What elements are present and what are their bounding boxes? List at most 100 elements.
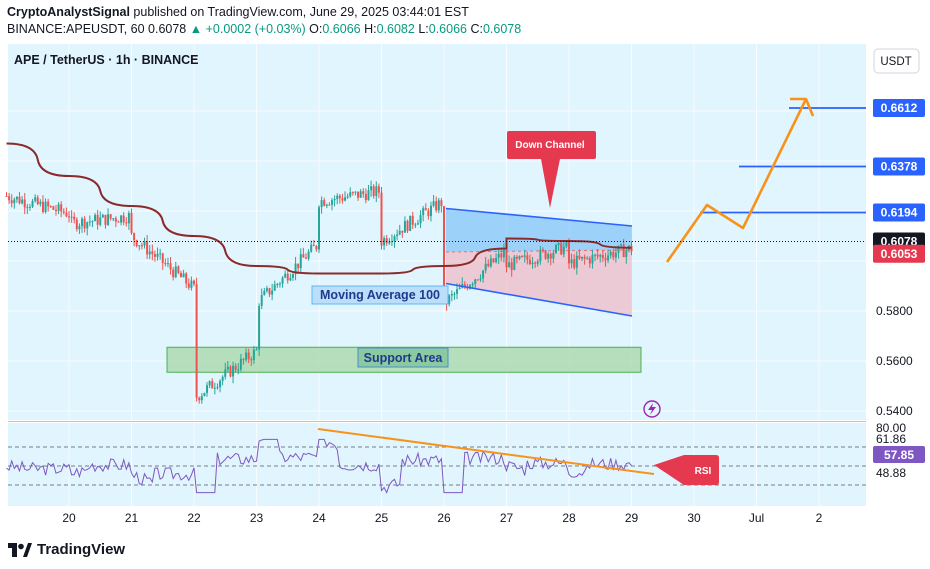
- candle-body: [612, 251, 615, 258]
- candle-body: [416, 223, 419, 225]
- price-chart[interactable]: Down Channel Moving Average 100 Support Ar…: [0, 42, 930, 533]
- candle-body: [23, 199, 26, 208]
- candle-body: [203, 392, 206, 396]
- candle-body: [242, 358, 245, 360]
- candle-body: [304, 257, 307, 259]
- candle-body: [193, 280, 195, 284]
- candle-body: [26, 207, 29, 209]
- candle-body: [15, 196, 18, 200]
- candle-body: [302, 254, 305, 258]
- candle-body: [497, 253, 500, 258]
- candle-body: [273, 284, 276, 291]
- candle-body: [346, 196, 349, 198]
- candle-body: [96, 214, 99, 225]
- candle-body: [206, 385, 209, 393]
- down-channel-label: Down Channel: [515, 140, 585, 151]
- candle-body: [44, 201, 47, 212]
- candle-body: [508, 262, 511, 268]
- candle-body: [359, 191, 362, 198]
- candle-body: [88, 221, 91, 223]
- candle-body: [34, 197, 37, 201]
- candle-body: [284, 273, 287, 278]
- candle-body: [435, 201, 438, 211]
- candle-body: [554, 245, 557, 253]
- candle-body: [179, 272, 182, 278]
- candle-body: [318, 207, 320, 250]
- candle-body: [73, 216, 76, 220]
- candle-body: [130, 213, 133, 234]
- candle-body: [440, 200, 443, 207]
- candle-body: [151, 251, 154, 255]
- x-tick-label: Jul: [749, 511, 764, 525]
- candle-body: [411, 215, 414, 225]
- candle-body: [226, 366, 229, 370]
- candle-body: [364, 193, 367, 201]
- candle-body: [357, 191, 360, 198]
- x-tick-label: 28: [562, 511, 576, 525]
- candle-body: [169, 263, 172, 270]
- candle-body: [281, 277, 284, 284]
- candle-body: [614, 252, 617, 258]
- candle-body: [125, 222, 128, 224]
- candle-body: [289, 277, 292, 281]
- candle-body: [456, 289, 459, 294]
- candle-body: [120, 215, 123, 223]
- candle-body: [91, 221, 94, 223]
- candle-body: [99, 217, 102, 225]
- candle-body: [541, 249, 544, 251]
- close-value: 0.6078: [482, 22, 522, 36]
- candle-body: [568, 241, 570, 264]
- candle-body: [200, 395, 203, 401]
- candle-body: [513, 256, 516, 270]
- candle-body: [47, 201, 50, 207]
- candle-body: [344, 197, 347, 201]
- candle-body: [13, 199, 16, 204]
- footer: [0, 533, 930, 569]
- candle-body: [354, 191, 357, 193]
- candle-body: [219, 380, 222, 388]
- low-value: 0.6066: [428, 22, 467, 36]
- candle-body: [271, 290, 274, 295]
- candle-body: [5, 196, 8, 197]
- tradingview-logo[interactable]: TradingView: [8, 541, 125, 558]
- high-label: H:: [364, 22, 377, 36]
- candle-body: [429, 205, 432, 217]
- candle-body: [560, 242, 563, 255]
- candle-body: [471, 284, 474, 286]
- candle-body: [133, 233, 136, 241]
- candle-body: [164, 263, 167, 265]
- candle-body: [18, 196, 21, 204]
- candle-body: [114, 218, 117, 222]
- candle-body: [502, 249, 505, 258]
- candle-body: [539, 249, 542, 262]
- x-tick-label: 2: [816, 511, 823, 525]
- candle-body: [588, 258, 591, 264]
- candle-body: [427, 210, 430, 217]
- candle-body: [276, 284, 279, 286]
- candle-body: [211, 381, 214, 389]
- candle-body: [83, 218, 86, 229]
- rsi-pane: [8, 423, 866, 506]
- candle-body: [86, 222, 89, 229]
- candle-body: [187, 283, 190, 288]
- candle-body: [495, 257, 498, 263]
- candle-body: [406, 220, 409, 231]
- candle-body: [68, 216, 70, 218]
- candle-body: [377, 186, 380, 193]
- support-label-text: Support Area: [364, 351, 444, 365]
- candle-body: [552, 252, 555, 259]
- candle-body: [234, 365, 237, 370]
- candle-body: [299, 254, 302, 269]
- candle-body: [36, 197, 39, 205]
- candle-body: [367, 190, 370, 201]
- candle-body: [224, 369, 227, 377]
- candle-body: [237, 369, 240, 371]
- candle-body: [583, 256, 586, 259]
- publisher-name[interactable]: CryptoAnalystSignal: [7, 5, 130, 19]
- candle-body: [424, 208, 427, 211]
- candle-body: [245, 352, 248, 360]
- time-axis[interactable]: [0, 506, 930, 533]
- low-label: L:: [418, 22, 429, 36]
- candle-body: [60, 204, 63, 212]
- candle-body: [198, 397, 201, 401]
